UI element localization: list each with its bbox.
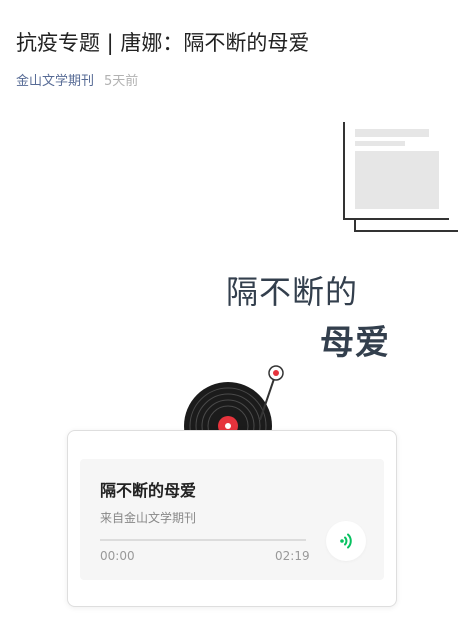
cover-headline-line1: 隔不断的 — [226, 273, 359, 311]
document-illustration — [343, 122, 458, 232]
document-line — [355, 141, 405, 146]
account-name-link[interactable]: 金山文学期刊 — [16, 74, 94, 89]
document-block — [355, 151, 439, 209]
audio-player: 隔不断的母爱 来自金山文学期刊 00:00 02:19 — [80, 459, 384, 580]
audio-wave-icon — [340, 533, 352, 549]
cover-headline-line2: 母爱 — [320, 323, 390, 363]
document-front-sheet — [343, 122, 449, 220]
audio-duration: 02:19 — [275, 549, 310, 563]
audio-current-time: 00:00 — [100, 549, 135, 563]
article-title: 抗疫专题 | 唐娜：隔不断的母爱 — [16, 31, 310, 55]
article-meta: 金山文学期刊 5天前 — [16, 72, 138, 92]
audio-source: 来自金山文学期刊 — [100, 511, 197, 525]
play-button[interactable] — [326, 521, 366, 561]
audio-title: 隔不断的母爱 — [100, 481, 197, 500]
vinyl-record-icon — [180, 360, 290, 470]
publish-time: 5天前 — [104, 74, 139, 89]
document-line — [355, 129, 429, 137]
audio-progress-bar[interactable] — [100, 539, 306, 541]
audio-card[interactable]: 隔不断的母爱 来自金山文学期刊 00:00 02:19 — [67, 430, 397, 607]
